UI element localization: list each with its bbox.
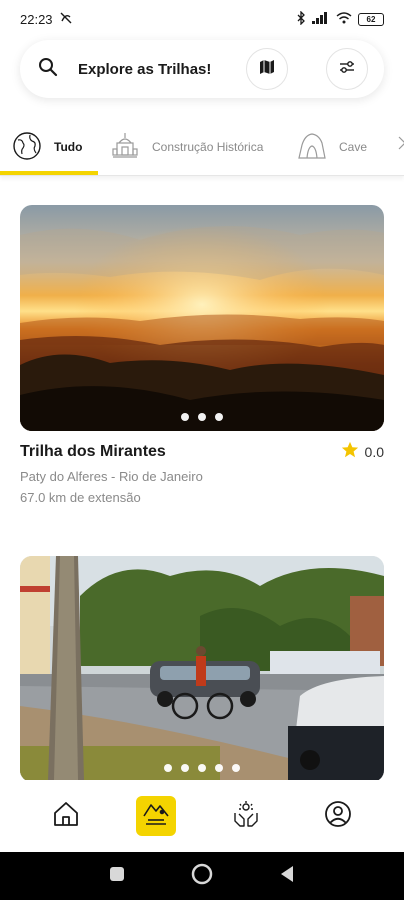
trail-card[interactable] [20, 556, 384, 782]
home-button-icon[interactable] [191, 863, 213, 890]
search-label[interactable]: Explore as Trilhas! [78, 61, 246, 78]
carousel-dot[interactable] [181, 413, 189, 421]
category-tabs: Tudo Construção Histórica Cave [0, 118, 404, 176]
carousel-dot[interactable] [164, 764, 172, 772]
carousel-dots [20, 413, 384, 421]
category-icon [395, 131, 404, 164]
trail-location: Paty do Alferes - Rio de Janeiro [20, 469, 203, 484]
system-nav-bar [0, 852, 404, 900]
search-bar[interactable]: Explore as Trilhas! [20, 40, 384, 98]
tab-construcao-historica[interactable]: Construção Histórica [110, 126, 263, 168]
wifi-icon [336, 11, 352, 27]
nav-home[interactable] [44, 794, 88, 838]
carousel-dot[interactable] [215, 413, 223, 421]
star-icon [341, 441, 359, 462]
tab-tudo[interactable]: Tudo [12, 126, 82, 168]
trail-distance: 67.0 km de extensão [20, 490, 141, 505]
map-icon [259, 59, 275, 80]
tab-cave[interactable]: Cave [297, 126, 367, 168]
filter-button[interactable] [326, 48, 368, 90]
street-cyclist-photo[interactable] [20, 556, 384, 782]
historic-building-icon [110, 131, 140, 164]
carousel-dots [20, 764, 384, 772]
trail-map-icon [142, 800, 170, 833]
carousel-dot[interactable] [198, 413, 206, 421]
filter-icon [338, 59, 356, 80]
tab-label: Cave [339, 140, 368, 154]
recents-icon[interactable] [109, 866, 125, 887]
bottom-nav [0, 780, 404, 852]
bluetooth-icon [296, 9, 306, 28]
trail-title[interactable]: Trilha dos Mirantes [20, 443, 166, 461]
carousel-dot[interactable] [198, 764, 206, 772]
cave-icon [297, 131, 327, 164]
nav-profile[interactable] [316, 794, 360, 838]
tab-label: Construção Histórica [152, 140, 264, 154]
sunset-mountain-photo[interactable] [20, 205, 384, 431]
clock: 22:23 [20, 11, 53, 27]
carousel-dot[interactable] [215, 764, 223, 772]
user-icon [324, 800, 352, 833]
tab-more[interactable] [395, 126, 404, 168]
rating: 0.0 [341, 441, 384, 462]
nav-community[interactable] [224, 794, 268, 838]
carousel-dot[interactable] [232, 764, 240, 772]
active-tab-indicator [0, 171, 98, 175]
home-icon [52, 800, 80, 833]
back-icon[interactable] [279, 865, 295, 888]
map-button[interactable] [246, 48, 288, 90]
rating-value: 0.0 [364, 443, 384, 460]
battery-level: 62 [366, 14, 376, 24]
hands-icon [231, 799, 261, 834]
nav-trails[interactable] [136, 796, 176, 836]
search-icon[interactable] [38, 57, 58, 82]
status-bar: 22:23 62 [0, 0, 404, 38]
signal-icon [312, 11, 330, 27]
carousel-dot[interactable] [181, 764, 189, 772]
trail-card[interactable]: Trilha dos Mirantes 0.0 Paty do Alferes … [20, 205, 384, 505]
do-not-disturb-icon [59, 11, 73, 28]
tab-label: Tudo [54, 140, 83, 154]
globe-icon [12, 131, 42, 164]
battery-icon: 62 [358, 12, 384, 26]
